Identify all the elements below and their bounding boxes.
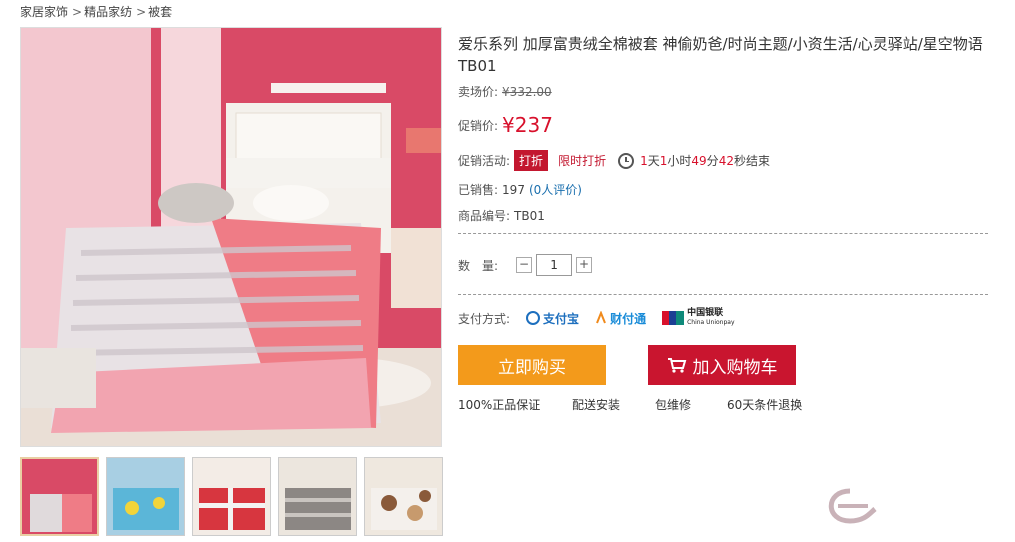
product-code-label: 商品编号: [458, 209, 511, 223]
breadcrumb: 家居家饰 > 精品家纺 > 被套 [20, 3, 176, 20]
quantity-decrease-button[interactable]: − [516, 257, 533, 273]
breadcrumb-separator: > [136, 5, 147, 19]
promotion-text: 限时打折 [558, 154, 607, 168]
divider [458, 294, 988, 295]
thumbnail-strip [20, 457, 443, 536]
payment-label: 支付方式: [458, 311, 511, 326]
promo-price-row: 促销价: ¥237 [458, 113, 553, 137]
market-price: ¥332.00 [502, 84, 552, 99]
market-price-label: 卖场价: [458, 85, 499, 99]
quantity-row: 数 量: − 1 + [458, 254, 593, 276]
payment-row: 支付方式: 支付宝 财付通 中国银联 China Unionpay [458, 309, 735, 327]
guarantee-repair: 包维修 [655, 398, 692, 412]
add-to-cart-button[interactable]: 加入购物车 [648, 345, 796, 385]
promo-price: ¥237 [502, 113, 553, 137]
product-main-image[interactable] [20, 27, 442, 447]
divider [458, 233, 988, 234]
product-code: TB01 [514, 208, 545, 223]
thumbnail-5[interactable] [364, 457, 443, 536]
cart-icon [667, 358, 686, 373]
reviews-link[interactable]: (0人评价) [529, 181, 582, 198]
alipay-logo: 支付宝 [526, 310, 579, 327]
watermark-logo [820, 481, 1000, 534]
quantity-label: 数 量: [458, 258, 499, 273]
thumbnail-4[interactable] [278, 457, 357, 536]
alipay-icon [526, 311, 541, 325]
tenpay-icon [596, 311, 606, 324]
promo-price-label: 促销价: [458, 118, 499, 133]
promotion-row: 促销活动: 打折 限时打折 1天1小时49分42秒结束 [458, 150, 770, 171]
add-to-cart-label: 加入购物车 [692, 357, 778, 378]
product-title-text: 爱乐系列 加厚富贵绒全棉被套 神偷奶爸/时尚主题/小资生活/心灵驿站/星空物语 … [458, 35, 983, 75]
thumbnail-2[interactable] [106, 457, 185, 536]
sales-label: 已销售: [458, 183, 499, 197]
tenpay-logo: 财付通 [595, 310, 646, 327]
product-title: 爱乐系列 加厚富贵绒全棉被套 神偷奶爸/时尚主题/小资生活/心灵驿站/星空物语 … [458, 33, 998, 77]
sales-count: 197 [502, 182, 525, 197]
unionpay-logo: 中国银联 China Unionpay [662, 309, 735, 327]
sales-row: 已销售: 197 (0人评价) [458, 181, 582, 198]
breadcrumb-link[interactable]: 精品家纺 [84, 5, 132, 19]
discount-tag: 打折 [514, 150, 549, 171]
guarantee-authentic: 100%正品保证 [458, 398, 541, 412]
buy-now-button[interactable]: 立即购买 [458, 345, 606, 385]
quantity-input[interactable]: 1 [536, 254, 573, 276]
breadcrumb-link[interactable]: 家居家饰 [20, 5, 68, 19]
thumbnail-1[interactable] [20, 457, 99, 536]
quantity-increase-button[interactable]: + [576, 257, 593, 273]
market-price-row: 卖场价: ¥332.00 [458, 83, 552, 100]
promotion-label: 促销活动: [458, 154, 511, 168]
breadcrumb-separator: > [72, 5, 83, 19]
guarantee-delivery: 配送安装 [572, 398, 621, 412]
guarantee-return: 60天条件退换 [727, 398, 803, 412]
thumbnail-3[interactable] [192, 457, 271, 536]
product-code-row: 商品编号: TB01 [458, 207, 545, 224]
unionpay-icon [662, 311, 685, 325]
clock-icon [618, 152, 635, 169]
countdown-timer: 1天1小时49分42秒结束 [640, 154, 770, 168]
breadcrumb-current[interactable]: 被套 [148, 5, 172, 19]
